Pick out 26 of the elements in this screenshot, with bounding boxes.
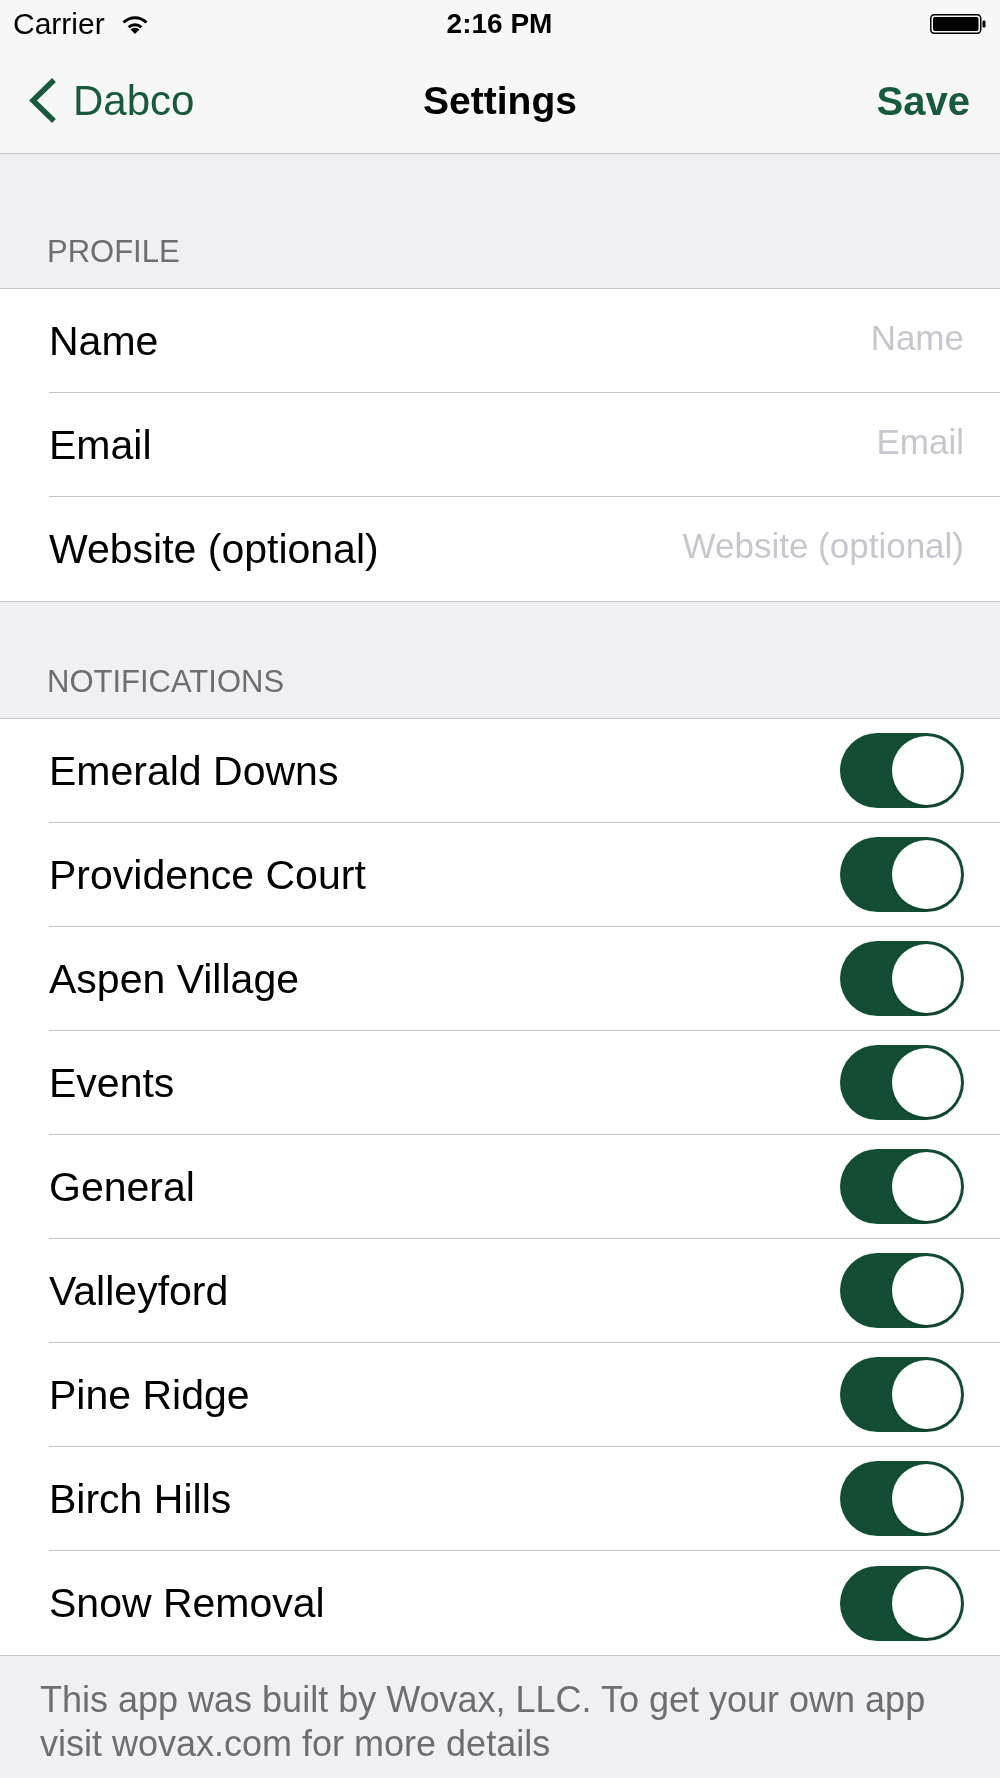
carrier-text: Carrier <box>13 7 105 41</box>
text-field[interactable]: Name <box>182 316 964 359</box>
time-text: 2:16 PM <box>446 7 553 41</box>
text-field[interactable]: Email <box>175 420 964 463</box>
row-label: Aspen Village <box>49 954 299 1003</box>
text-field[interactable]: Website (optional) <box>402 525 964 567</box>
row-label: Website (optional) <box>49 525 379 573</box>
section-header: NOTIFICATIONS <box>46 663 286 701</box>
section-header: PROFILE <box>46 233 181 271</box>
row-label: Snow Removal <box>49 1579 325 1627</box>
row-label: General <box>49 1162 195 1211</box>
row-label: Email <box>49 420 152 469</box>
row-label: Emerald Downs <box>49 746 339 795</box>
back-button[interactable]: Dabco <box>0 76 201 125</box>
save-button[interactable]: Save <box>870 77 1000 124</box>
row-label: Valleyford <box>49 1266 229 1315</box>
row-label: Providence Court <box>49 850 366 899</box>
row-label: Name <box>49 316 159 365</box>
row-label: Pine Ridge <box>49 1370 250 1419</box>
chevron-left-icon <box>28 77 58 124</box>
wifi-icon <box>120 14 149 34</box>
footer-text: This app was built by Wovax, LLC. To get your own app visit wovax.com for more details <box>39 1678 927 1766</box>
battery-icon <box>930 14 986 34</box>
row-label: Events <box>49 1058 175 1107</box>
row-label: Birch Hills <box>49 1474 232 1523</box>
page-title: Settings <box>423 77 577 124</box>
